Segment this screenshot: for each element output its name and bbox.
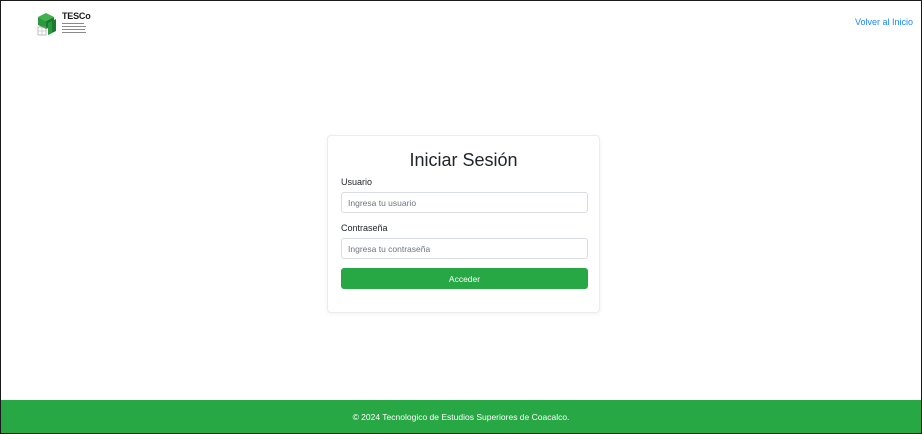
tesco-logo[interactable]: TESCo xyxy=(36,11,91,37)
footer-copyright: © 2024 Tecnologico de Estudios Superiore… xyxy=(352,411,570,422)
page-title: Iniciar Sesión xyxy=(409,150,518,170)
logo-name: TESCo xyxy=(62,11,91,21)
password-input[interactable] xyxy=(341,238,588,259)
footer: © 2024 Tecnologico de Estudios Superiore… xyxy=(1,400,921,433)
logo-tagline-lines xyxy=(62,23,91,33)
login-card: Iniciar Sesión Usuario Contraseña Accede… xyxy=(327,135,600,313)
password-label: Contraseña xyxy=(341,223,388,233)
username-input[interactable] xyxy=(341,192,588,213)
back-to-home-link[interactable]: Volver al Inicio xyxy=(855,17,913,27)
tesco-logo-icon xyxy=(37,13,56,36)
logo-text-block: TESCo xyxy=(62,11,91,33)
login-submit-button[interactable]: Acceder xyxy=(341,268,588,289)
top-bar: TESCo Volver al Inicio xyxy=(1,1,921,45)
username-label: Usuario xyxy=(341,177,373,187)
